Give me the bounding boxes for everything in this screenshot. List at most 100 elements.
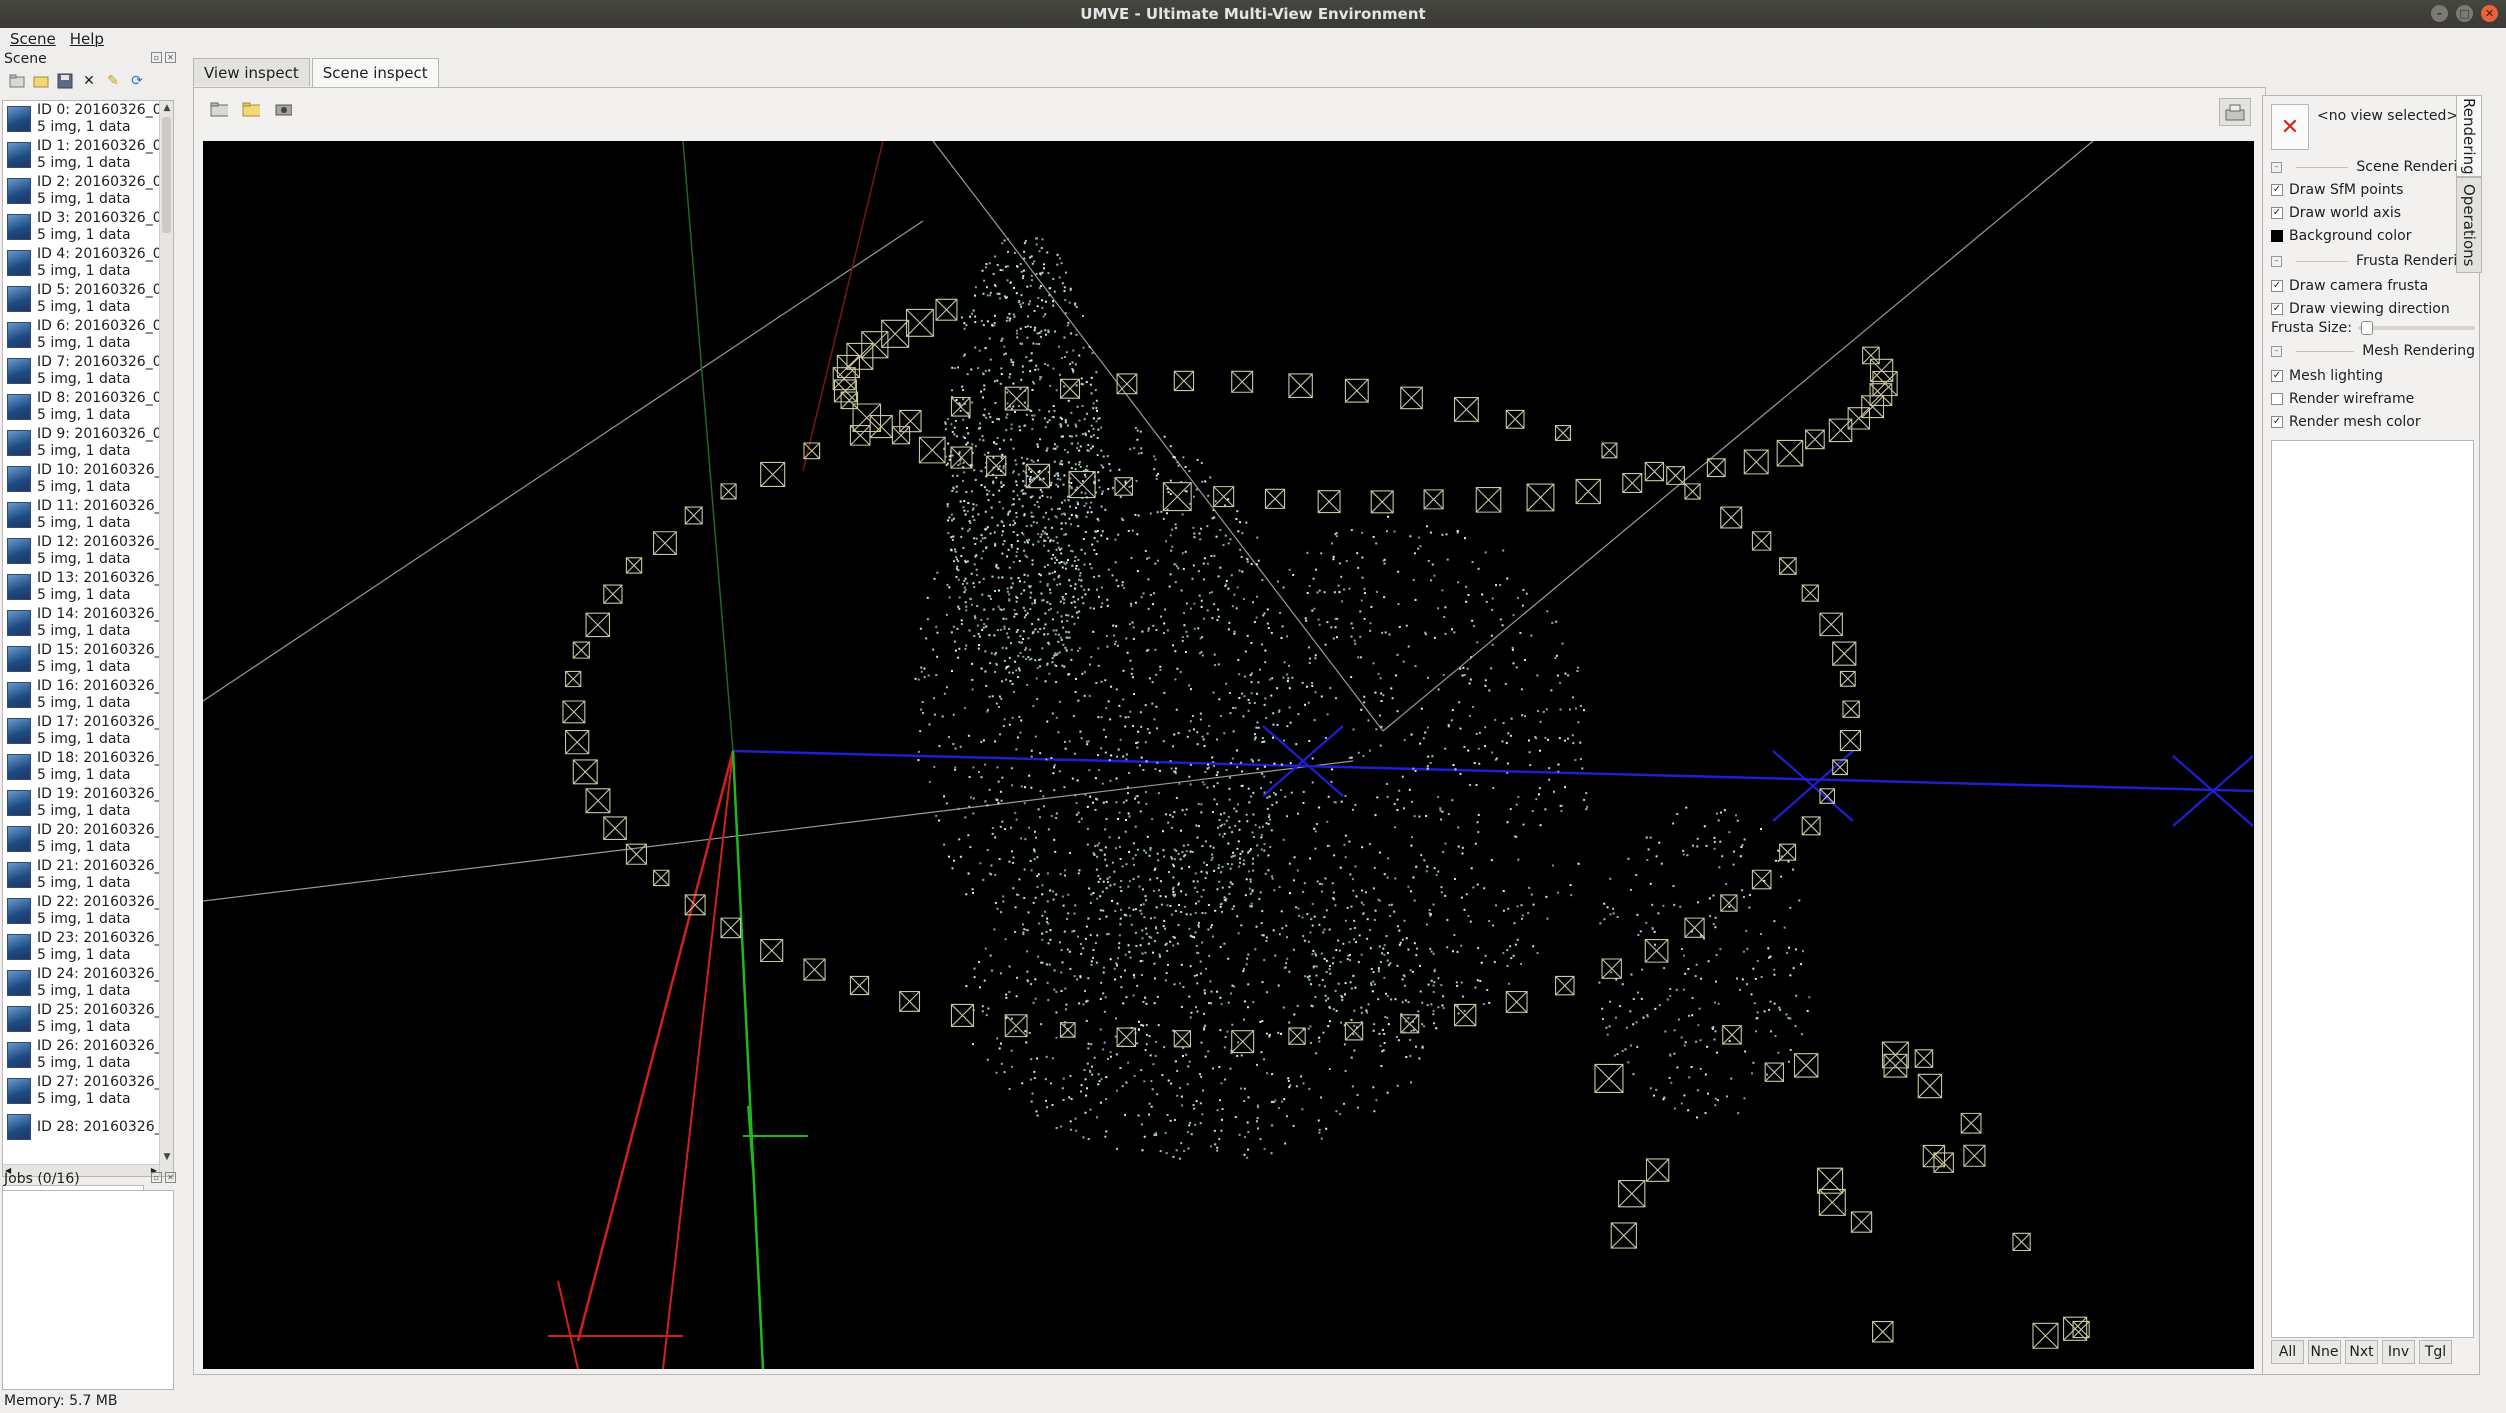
background-color-swatch[interactable] — [2271, 230, 2283, 242]
jobs-float-icon[interactable]: ▫ — [151, 1172, 162, 1183]
scene-list-item[interactable]: ID 5: 20160326_03 5 img, 1 data — [3, 281, 159, 317]
scene-list-item[interactable]: ID 15: 20160326_0 5 img, 1 data — [3, 641, 159, 677]
scene-list-item[interactable]: ID 19: 20160326_0 5 img, 1 data — [3, 785, 159, 821]
render-mesh-color-option[interactable]: ✓ Render mesh color — [2271, 412, 2421, 432]
menu-scene[interactable]: Scene — [10, 28, 56, 50]
close-icon[interactable]: ✕ — [80, 72, 98, 90]
scene-item-sub: 5 img, 1 data — [37, 407, 131, 423]
camera-icon[interactable] — [274, 100, 292, 118]
scene-item-sub: 5 img, 1 data — [37, 191, 131, 207]
scroll-thumb[interactable] — [162, 117, 171, 233]
draw-camera-frusta-option[interactable]: ✓ Draw camera frusta — [2271, 276, 2428, 296]
select-all-button[interactable]: All — [2271, 1340, 2304, 1364]
3d-viewport[interactable] — [203, 141, 2254, 1369]
close-dock-icon[interactable]: ✕ — [165, 52, 176, 63]
draw-viewing-direction-option[interactable]: ✓ Draw viewing direction — [2271, 299, 2450, 319]
scene-list-item[interactable]: ID 11: 20160326_0 5 img, 1 data — [3, 497, 159, 533]
scene-list-item[interactable]: ID 23: 20160326_0 5 img, 1 data — [3, 929, 159, 965]
scene-list-item[interactable]: ID 9: 20160326_03 5 img, 1 data — [3, 425, 159, 461]
tab-rendering[interactable]: Rendering — [2456, 95, 2482, 177]
tab-scene-inspect[interactable]: Scene inspect — [311, 58, 439, 88]
mesh-list[interactable] — [2271, 440, 2474, 1338]
scene-list-item[interactable]: ID 17: 20160326_0 5 img, 1 data — [3, 713, 159, 749]
scene-view-list[interactable]: ID 0: 20160326_03 5 img, 1 data ID 1: 2016… — [2, 100, 174, 1177]
scene-list-scrollbar[interactable]: ▲ ▼ — [159, 101, 173, 1176]
view-thumbnail — [7, 934, 31, 960]
clean-icon[interactable]: ✎ — [104, 72, 122, 90]
scroll-up-icon[interactable]: ▲ — [160, 101, 173, 115]
scene-list-item[interactable]: ID 12: 20160326_0 5 img, 1 data — [3, 533, 159, 569]
scene-list-item[interactable]: ID 21: 20160326_0 5 img, 1 data — [3, 857, 159, 893]
view-thumbnail — [7, 970, 31, 996]
scene-item-sub: 5 img, 1 data — [37, 659, 131, 675]
scene-list-item[interactable]: ID 3: 20160326_03 5 img, 1 data — [3, 209, 159, 245]
draw-viewing-direction-checkbox[interactable]: ✓ — [2271, 303, 2283, 315]
frusta-size-slider[interactable] — [2357, 321, 2475, 335]
open-mesh-icon[interactable] — [210, 100, 228, 118]
collapse-icon[interactable]: – — [2271, 345, 2282, 357]
scene-list-item[interactable]: ID 18: 20160326_0 5 img, 1 data — [3, 749, 159, 785]
draw-world-axis-option[interactable]: ✓ Draw world axis — [2271, 203, 2401, 223]
scene-list-item[interactable]: ID 10: 20160326_0 5 img, 1 data — [3, 461, 159, 497]
close-window-icon[interactable]: ✕ — [2481, 5, 2498, 22]
mesh-rendering-header[interactable]: – Mesh Rendering — [2271, 342, 2475, 360]
scene-list-item[interactable]: ID 27: 20160326_0 5 img, 1 data — [3, 1073, 159, 1109]
render-wireframe-option[interactable]: Render wireframe — [2271, 389, 2414, 409]
render-mesh-color-checkbox[interactable]: ✓ — [2271, 416, 2283, 428]
scene-item-label: ID 14: 20160326_0 — [37, 606, 159, 622]
scene-list-item[interactable]: ID 7: 20160326_03 5 img, 1 data — [3, 353, 159, 389]
mesh-list-buttons: All Nne Nxt Inv Tgl — [2271, 1340, 2452, 1364]
scene-list-item[interactable]: ID 26: 20160326_0 5 img, 1 data — [3, 1037, 159, 1073]
minimize-icon[interactable]: – — [2431, 5, 2448, 22]
open-file-icon[interactable] — [32, 72, 50, 90]
scene-list-item[interactable]: ID 24: 20160326_0 5 img, 1 data — [3, 965, 159, 1001]
maximize-icon[interactable]: □ — [2456, 5, 2473, 22]
scene-list-item[interactable]: ID 25: 20160326_0 5 img, 1 data — [3, 1001, 159, 1037]
scroll-down-icon[interactable]: ▼ — [160, 1150, 173, 1164]
scene-list-item[interactable]: ID 2: 20160326_03 5 img, 1 data — [3, 173, 159, 209]
draw-sfm-points-checkbox[interactable]: ✓ — [2271, 184, 2283, 196]
background-color-option[interactable]: Background color — [2271, 226, 2411, 246]
scene-list-item[interactable]: ID 13: 20160326_0 5 img, 1 data — [3, 569, 159, 605]
scene-list-item[interactable]: ID 16: 20160326_0 5 img, 1 data — [3, 677, 159, 713]
float-icon[interactable]: ▫ — [151, 52, 162, 63]
mesh-lighting-option[interactable]: ✓ Mesh lighting — [2271, 366, 2383, 386]
scene-list-item[interactable]: ID 22: 20160326_0 5 img, 1 data — [3, 893, 159, 929]
open-file-icon[interactable] — [242, 100, 260, 118]
scene-list-item[interactable]: ID 1: 20160326_03 5 img, 1 data — [3, 137, 159, 173]
scene-list-item[interactable]: ID 28: 20160326_0 — [3, 1109, 159, 1145]
toggle-selection-button[interactable]: Tgl — [2419, 1340, 2452, 1364]
scene-list-item[interactable]: ID 6: 20160326_03 5 img, 1 data — [3, 317, 159, 353]
mesh-lighting-checkbox[interactable]: ✓ — [2271, 370, 2283, 382]
frusta-size-handle[interactable] — [2361, 321, 2374, 335]
jobs-list[interactable] — [2, 1190, 174, 1390]
open-folder-icon[interactable] — [8, 72, 26, 90]
viewport-toolbar — [210, 100, 292, 118]
scene-item-text: ID 10: 20160326_0 5 img, 1 data — [37, 462, 159, 496]
reload-icon[interactable]: ⟳ — [128, 72, 146, 90]
tab-operations[interactable]: Operations — [2456, 177, 2482, 273]
draw-sfm-points-option[interactable]: ✓ Draw SfM points — [2271, 180, 2403, 200]
scene-list-item[interactable]: ID 8: 20160326_03 5 img, 1 data — [3, 389, 159, 425]
x-axis — [576, 750, 735, 1342]
jobs-close-icon[interactable]: ✕ — [165, 1172, 176, 1183]
select-none-button[interactable]: Nne — [2308, 1340, 2341, 1364]
draw-world-axis-checkbox[interactable]: ✓ — [2271, 207, 2283, 219]
collapse-icon[interactable]: – — [2271, 161, 2282, 173]
menu-help[interactable]: Help — [70, 28, 104, 50]
scene-item-label: ID 19: 20160326_0 — [37, 786, 159, 802]
collapse-icon[interactable]: – — [2271, 255, 2282, 267]
select-next-button[interactable]: Nxt — [2345, 1340, 2378, 1364]
frusta-rendering-header[interactable]: – Frusta Rendering — [2271, 252, 2475, 270]
draw-camera-frusta-checkbox[interactable]: ✓ — [2271, 280, 2283, 292]
invert-selection-button[interactable]: Inv — [2382, 1340, 2415, 1364]
scene-rendering-header[interactable]: – Scene Rendering — [2271, 158, 2475, 176]
scene-list-item[interactable]: ID 14: 20160326_0 5 img, 1 data — [3, 605, 159, 641]
screenshot-button[interactable] — [2219, 98, 2251, 126]
render-wireframe-checkbox[interactable] — [2271, 393, 2283, 405]
scene-list-item[interactable]: ID 4: 20160326_03 5 img, 1 data — [3, 245, 159, 281]
scene-list-item[interactable]: ID 0: 20160326_03 5 img, 1 data — [3, 101, 159, 137]
scene-list-item[interactable]: ID 20: 20160326_0 5 img, 1 data — [3, 821, 159, 857]
tab-view-inspect[interactable]: View inspect — [193, 58, 310, 86]
save-icon[interactable] — [56, 72, 74, 90]
